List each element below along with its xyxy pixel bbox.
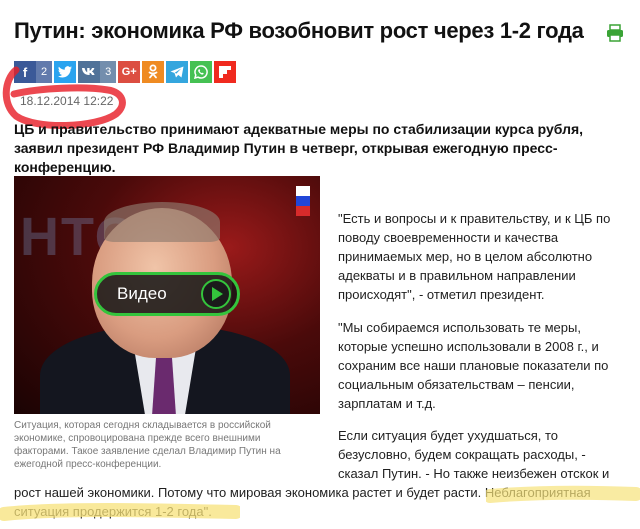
twitter-icon <box>54 61 76 83</box>
vk-share-count: 3 <box>100 61 117 83</box>
video-player[interactable]: НТО Видео <box>14 176 320 414</box>
print-icon[interactable] <box>606 24 624 42</box>
telegram-icon <box>166 61 188 83</box>
twitter-share-button[interactable] <box>54 61 77 83</box>
quote-paragraph-3: Если ситуация будет ухудшаться, то безус… <box>338 428 610 481</box>
video-play-button[interactable]: Видео <box>94 272 240 316</box>
share-bar: f 2 3 G+ <box>14 61 237 83</box>
whatsapp-share-button[interactable] <box>190 61 213 83</box>
publish-date: 18.12.2014 12:22 <box>20 94 114 108</box>
article-lead: ЦБ и правительство принимают адекватные … <box>14 121 584 175</box>
odnoklassniki-share-button[interactable] <box>142 61 165 83</box>
whatsapp-icon <box>190 61 212 83</box>
vk-icon <box>78 61 100 83</box>
gplus-share-button[interactable]: G+ <box>118 61 141 83</box>
article-title: Путин: экономика РФ возобновит рост чере… <box>14 18 584 43</box>
flipboard-icon <box>214 61 236 83</box>
facebook-icon: f <box>22 64 28 80</box>
quote-paragraph-tail: рост нашей экономики. Потому что мировая… <box>14 485 591 519</box>
quote-paragraph-1: "Есть и вопросы и к правительству, и к Ц… <box>338 211 611 302</box>
quote-paragraph-2: "Мы собираемся использовать те меры, кот… <box>338 320 609 411</box>
facebook-share-button[interactable]: f 2 <box>14 61 53 83</box>
google-plus-icon: G+ <box>121 66 137 78</box>
speaker-hair <box>104 202 220 242</box>
flag-graphic <box>296 186 310 216</box>
telegram-share-button[interactable] <box>166 61 189 83</box>
video-play-label: Видео <box>117 284 167 303</box>
play-icon <box>201 279 231 309</box>
vk-share-button[interactable]: 3 <box>78 61 117 83</box>
video-caption: Ситуация, которая сегодня складывается в… <box>14 420 281 470</box>
facebook-share-count: 2 <box>36 61 53 83</box>
flipboard-share-button[interactable] <box>214 61 237 83</box>
odnoklassniki-icon <box>142 61 164 83</box>
